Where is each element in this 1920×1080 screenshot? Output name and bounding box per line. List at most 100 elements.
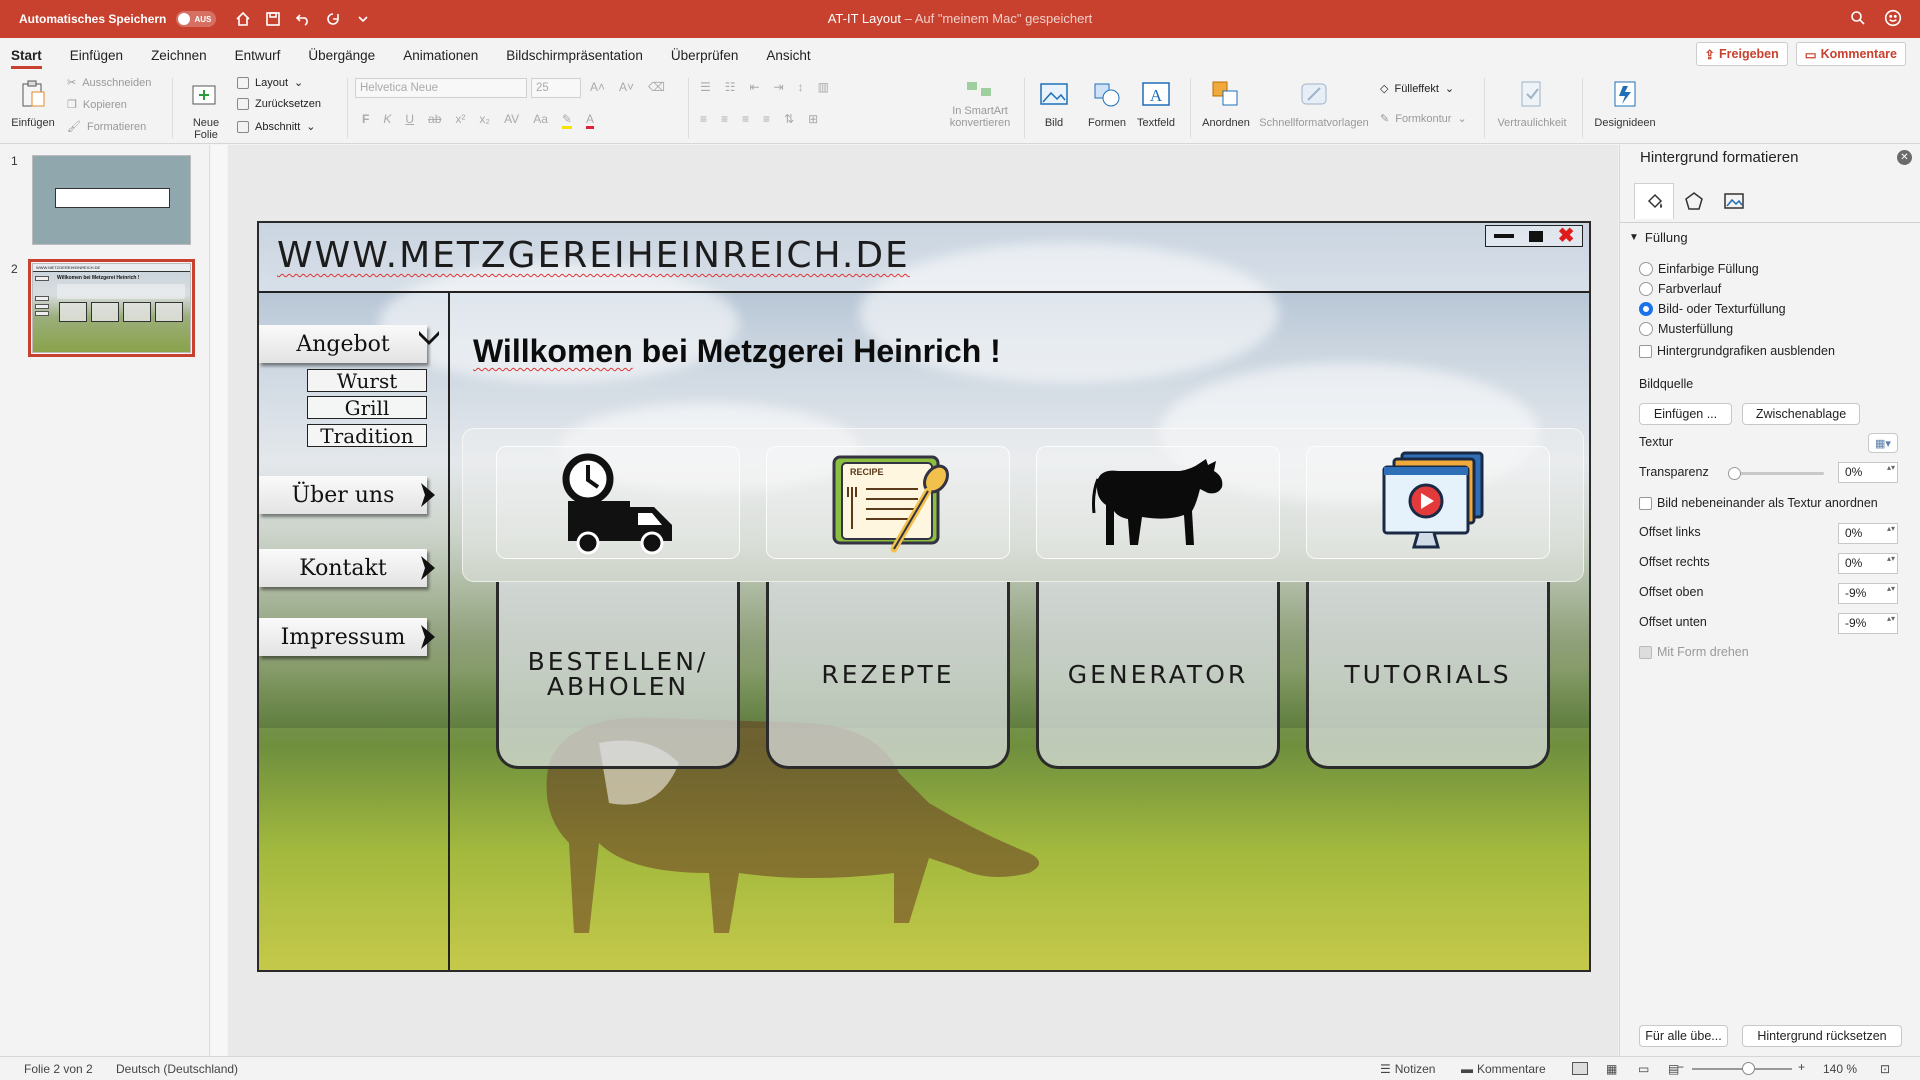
grow-font-icon[interactable]: A˄ — [590, 80, 605, 94]
text-direction-icon[interactable]: ⇅ — [784, 112, 794, 126]
save-icon[interactable] — [262, 8, 284, 30]
language-indicator[interactable]: Deutsch (Deutschland) — [116, 1062, 238, 1076]
align-left-icon[interactable]: ≡ — [700, 112, 707, 126]
minimize-icon[interactable] — [1493, 234, 1514, 238]
radio-pattern[interactable] — [1639, 322, 1653, 336]
sensitivity-button[interactable]: Vertraulichkeit — [1492, 78, 1572, 129]
checkbox-rotate[interactable] — [1639, 645, 1652, 659]
texture-picker[interactable]: ▦▾ — [1868, 433, 1898, 453]
line-spacing-icon[interactable]: ↕ — [798, 80, 804, 94]
comments-button[interactable]: ▭ Kommentare — [1795, 42, 1906, 66]
tab-zeichnen[interactable]: Zeichnen — [151, 40, 207, 71]
normal-view-button[interactable] — [1572, 1062, 1588, 1075]
checkbox-hide-graphics[interactable] — [1639, 344, 1652, 358]
arrange-button[interactable]: Anordnen — [1198, 78, 1254, 129]
close-icon[interactable]: ✖ — [1558, 226, 1575, 246]
layout-button[interactable]: Layout ⌄ — [237, 76, 303, 89]
nav-kontakt[interactable]: Kontakt — [259, 549, 427, 587]
justify-icon[interactable]: ≡ — [763, 112, 770, 126]
highlight-icon[interactable]: ✎ — [561, 112, 572, 129]
change-case-icon[interactable]: Aa — [533, 112, 548, 129]
home-icon[interactable] — [232, 8, 254, 30]
font-color-icon[interactable]: A — [585, 112, 594, 129]
rotate-with-shape-option[interactable]: Mit Form drehen — [1639, 645, 1749, 659]
picture-button[interactable]: Bild — [1034, 78, 1074, 129]
design-ideas-button[interactable]: Designideen — [1590, 78, 1660, 129]
nav-impressum[interactable]: Impressum — [259, 618, 427, 656]
picture-tab[interactable] — [1714, 183, 1754, 219]
zoom-slider-thumb[interactable] — [1742, 1062, 1755, 1075]
insert-picture-button[interactable]: Einfügen ... — [1639, 403, 1732, 425]
undo-icon[interactable] — [292, 8, 314, 30]
superscript-icon[interactable]: x² — [455, 112, 465, 129]
thumbnail-scrollbar[interactable] — [211, 145, 227, 1056]
tab-entwurf[interactable]: Entwurf — [235, 40, 281, 71]
reset-background-button[interactable]: Hintergrund rücksetzen — [1742, 1025, 1902, 1047]
font-name-select[interactable]: Helvetica Neue — [355, 78, 527, 98]
tab-animationen[interactable]: Animationen — [403, 40, 478, 71]
char-spacing-icon[interactable]: AV — [504, 112, 519, 129]
nav-ueber-uns[interactable]: Über uns — [259, 476, 427, 514]
textbox-button[interactable]: A Textfeld — [1133, 78, 1179, 129]
transparency-slider[interactable] — [1728, 467, 1824, 480]
nav-sub-wurst[interactable]: Wurst — [307, 369, 427, 393]
zoom-in-button[interactable]: + — [1798, 1060, 1805, 1074]
icon-box-tutorial[interactable] — [1306, 446, 1550, 559]
paste-button[interactable]: Einfügen — [8, 78, 58, 129]
share-button[interactable]: ⇪ Freigeben — [1695, 42, 1788, 66]
transparency-input[interactable]: 0% — [1838, 462, 1898, 483]
slide-thumbnail-1[interactable] — [32, 155, 191, 245]
font-size-select[interactable]: 25 — [531, 78, 581, 98]
transparency-slider-thumb[interactable] — [1728, 467, 1741, 480]
fit-slide-button[interactable]: ⊡ — [1880, 1062, 1890, 1076]
autosave-toggle[interactable]: AUS — [176, 11, 217, 27]
increase-indent-icon[interactable]: ⇥ — [774, 80, 784, 94]
section-button[interactable]: Abschnitt ⌄ — [237, 120, 315, 133]
numbering-icon[interactable]: ☷ — [725, 80, 736, 94]
bold-icon[interactable]: F — [362, 112, 369, 129]
comments-status-button[interactable]: ▬ Kommentare — [1461, 1062, 1546, 1076]
decrease-indent-icon[interactable]: ⇤ — [750, 80, 760, 94]
reading-view-button[interactable]: ▭ — [1638, 1062, 1649, 1076]
card-bestellen[interactable]: BESTELLEN/ ABHOLEN — [496, 582, 740, 769]
offset-right-input[interactable]: 0% — [1838, 553, 1898, 574]
tab-einfuegen[interactable]: Einfügen — [70, 40, 123, 71]
subscript-icon[interactable]: x₂ — [479, 112, 490, 129]
tab-start[interactable]: Start — [11, 40, 42, 71]
underline-icon[interactable]: U — [405, 112, 414, 129]
search-icon[interactable] — [1850, 10, 1866, 29]
tab-ansicht[interactable]: Ansicht — [766, 40, 810, 71]
card-generator[interactable]: GENERATOR — [1036, 582, 1280, 769]
strikethrough-icon[interactable]: ab — [428, 112, 441, 129]
fill-option-pattern[interactable]: Musterfüllung — [1639, 322, 1733, 336]
card-tutorials[interactable]: TUTORIALS — [1306, 582, 1550, 769]
clipboard-button[interactable]: Zwischenablage — [1742, 403, 1860, 425]
radio-solid[interactable] — [1639, 262, 1653, 276]
close-icon[interactable]: ✕ — [1897, 150, 1912, 165]
shape-outline-button[interactable]: ✎ Formkontur ⌄ — [1380, 112, 1467, 126]
icon-box-cow[interactable] — [1036, 446, 1280, 559]
slide-sorter-button[interactable]: ▦ — [1606, 1062, 1617, 1076]
radio-gradient[interactable] — [1639, 282, 1653, 296]
slide-2[interactable]: WWW.METZGEREIHEINREICH.DE ✖ Angebot Wurs… — [257, 221, 1591, 972]
fill-tab[interactable] — [1634, 183, 1674, 219]
copy-button[interactable]: ❐ Kopieren — [67, 98, 127, 112]
align-center-icon[interactable]: ≡ — [721, 112, 728, 126]
notes-button[interactable]: ☰ Notizen — [1380, 1062, 1435, 1076]
shrink-font-icon[interactable]: A˅ — [619, 80, 634, 94]
bullets-icon[interactable]: ☰ — [700, 80, 711, 94]
radio-picture[interactable] — [1639, 302, 1653, 316]
checkbox-tile[interactable] — [1639, 496, 1652, 510]
icon-box-recipe[interactable]: RECIPE — [766, 446, 1010, 559]
icon-box-delivery[interactable] — [496, 446, 740, 559]
align-right-icon[interactable]: ≡ — [742, 112, 749, 126]
format-painter-button[interactable]: 🖌 Formatieren — [67, 120, 146, 134]
clear-format-icon[interactable]: ⌫ — [648, 80, 665, 94]
columns-icon[interactable]: ▥ — [818, 80, 829, 94]
tab-bildschirmpraesentation[interactable]: Bildschirmpräsentation — [506, 40, 643, 71]
hide-background-graphics[interactable]: Hintergrundgrafiken ausblenden — [1639, 344, 1835, 358]
fill-option-gradient[interactable]: Farbverlauf — [1639, 282, 1721, 296]
zoom-out-button[interactable]: − — [1677, 1060, 1684, 1074]
fill-option-picture[interactable]: Bild- oder Texturfüllung — [1639, 302, 1786, 316]
quick-styles-button[interactable]: Schnellformatvorlagen — [1256, 78, 1372, 129]
